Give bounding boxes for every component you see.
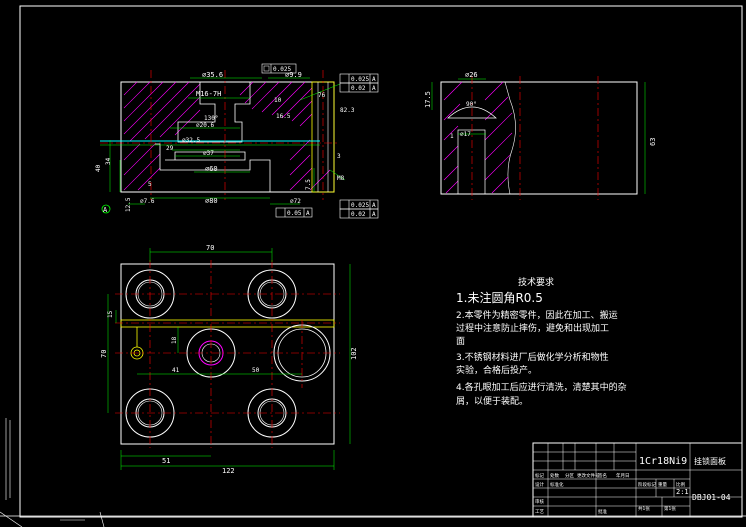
plan-dim-bottom1: 51 [162,457,170,465]
svg-text:0.025: 0.025 [273,66,291,73]
dim-d10: 130° [204,115,218,122]
plan-dim-inner3: 50 [252,367,260,374]
side-dim-top: ⌀26 [465,71,478,79]
svg-text:A: A [372,202,376,209]
svg-text:A: A [372,211,376,218]
fcf-flatness: 0.025 [261,63,297,74]
fcf-bottom-right: 0.025 A 0.02 A [339,199,379,219]
tb-cell-12: 工艺 [535,509,544,515]
side-dim-angle: 90° [466,101,477,108]
tb-cell-8: 阶段标记 [638,481,656,488]
dim-d11: 40 [95,164,102,172]
dim-d6: ⌀37 [203,150,214,157]
plan-dim-left-big: 70 [100,350,108,358]
dim-d9: ⌀72 [290,198,301,205]
dim-d17: 5 [148,181,152,188]
notes-line-1: 1.未注圆角R0.5 [456,290,543,305]
side-dim-left: 17.5 [424,91,432,108]
dim-d22: 29 [166,145,174,152]
notes-line-2: 2.本零件为精密零件，因此在加工、搬运 [456,309,618,321]
dim-d7: ⌀80 [205,197,218,205]
plan-view: 70 15 70 18 41 50 102 51 122 [100,244,358,475]
material-label: 1Cr18Ni9 [639,456,687,467]
plan-dim-top: 70 [206,244,214,252]
tb-cell-7: 标准化 [550,481,564,488]
drawing-number: DBJ01-04 [692,493,731,502]
plan-dim-inner2: 41 [172,367,180,374]
dim-d19: 16.5 [276,113,291,120]
dim-d8: ⌀60 [205,165,218,173]
tb-cell-15: 第1张 [664,505,676,512]
fcf-bottom-left: 0.05 A [275,207,313,218]
section-outline [120,81,335,193]
svg-text:0.02: 0.02 [351,211,366,218]
dim-d3: M16-7H [196,90,221,98]
svg-text:0.025: 0.025 [351,202,369,209]
tb-cell-5: 年月日 [616,472,630,479]
tb-cell-4: 签名 [598,472,607,479]
dim-d15: 12.5 [125,197,132,212]
svg-text:0.02: 0.02 [351,85,366,92]
dim-d14: ⌀7.6 [140,198,155,205]
notes-line-7: 4.各孔眼加工后应进行清洗，清楚其中的杂 [456,381,627,393]
scale-label: 2:1 [676,488,689,496]
dim-d23: M8 [337,175,345,182]
dim-d12: 34 [105,157,112,165]
plan-centerlines [115,260,340,448]
dim-d1: ⌀35.6 [202,71,223,79]
tb-cell-14: 共1张 [638,505,650,512]
technical-notes: 技术要求 1.未注圆角R0.5 2.本零件为精密零件，因此在加工、搬运 过程中注… [456,276,627,407]
svg-text:A: A [372,76,376,83]
dim-d21: 76 [318,92,326,99]
side-dim-hole: ⌀17 [460,131,471,138]
edge-marks [0,418,105,527]
plan-dim-right: 102 [350,347,358,360]
tb-cell-3: 更改文件号 [577,472,600,479]
tb-cell-9: 重量 [658,481,667,488]
fcf-top-right: 0.025 A 0.02 A [339,73,379,93]
dim-d13: 10 [274,97,282,104]
svg-text:0.025: 0.025 [351,76,369,83]
plan-dim-bottom2: 122 [222,467,235,475]
tb-cell-0: 标记 [535,472,544,479]
notes-line-3: 过程中注意防止摔伤，避免和出现加工 [456,322,609,334]
cad-drawing-canvas: ⌀35.6 ⌀9.9 M16-7H 130° ⌀20.6 ⌀32.5 ⌀37 ⌀… [0,0,746,527]
dim-d5: ⌀32.5 [182,137,200,144]
tb-cell-11: 审核 [535,498,544,505]
svg-text:0.05: 0.05 [287,210,302,217]
plan-dim-left-small: 15 [107,310,114,318]
section-hatch-right [239,81,331,191]
notes-line-8: 屑，以便于装配。 [456,395,528,407]
dim-d4: ⌀20.6 [196,122,214,129]
side-hatch [443,81,513,194]
svg-text:A: A [372,85,376,92]
dim-d20: 82.3 [340,107,355,114]
plan-dim-inner: 18 [171,336,178,344]
title-block: 1Cr18Ni9 挂锁面板 DBJ01-04 2:1 标记 处数 分区 更改文件… [532,442,743,518]
notes-line-4: 面 [456,336,465,347]
notes-title: 技术要求 [518,276,554,288]
side-dim-mark: 1 [450,133,454,140]
tb-cell-10: 比例 [676,481,685,488]
tb-cell-6: 设计 [535,481,544,488]
side-dim-height: 63 [649,138,657,146]
part-name: 挂锁面板 [694,456,726,466]
tb-cell-1: 处数 [550,472,559,479]
side-view: ⌀26 17.5 90° ⌀17 63 1 [424,71,657,200]
tb-cell-13: 批准 [598,508,607,515]
drawing-border [19,5,743,518]
notes-line-6: 实验，合格后投产。 [456,364,537,376]
notes-line-5: 3.不锈钢材料进厂后做化学分析和物性 [456,351,609,363]
section-view: ⌀35.6 ⌀9.9 M16-7H 130° ⌀20.6 ⌀32.5 ⌀37 ⌀… [95,63,379,219]
svg-text:A: A [306,210,310,217]
dim-d18: 7.5 [305,179,312,190]
cad-drawing: ⌀35.6 ⌀9.9 M16-7H 130° ⌀20.6 ⌀32.5 ⌀37 ⌀… [0,5,746,527]
side-outline [440,81,638,195]
tb-cell-2: 分区 [565,472,574,479]
dim-d16: 3 [337,153,341,160]
